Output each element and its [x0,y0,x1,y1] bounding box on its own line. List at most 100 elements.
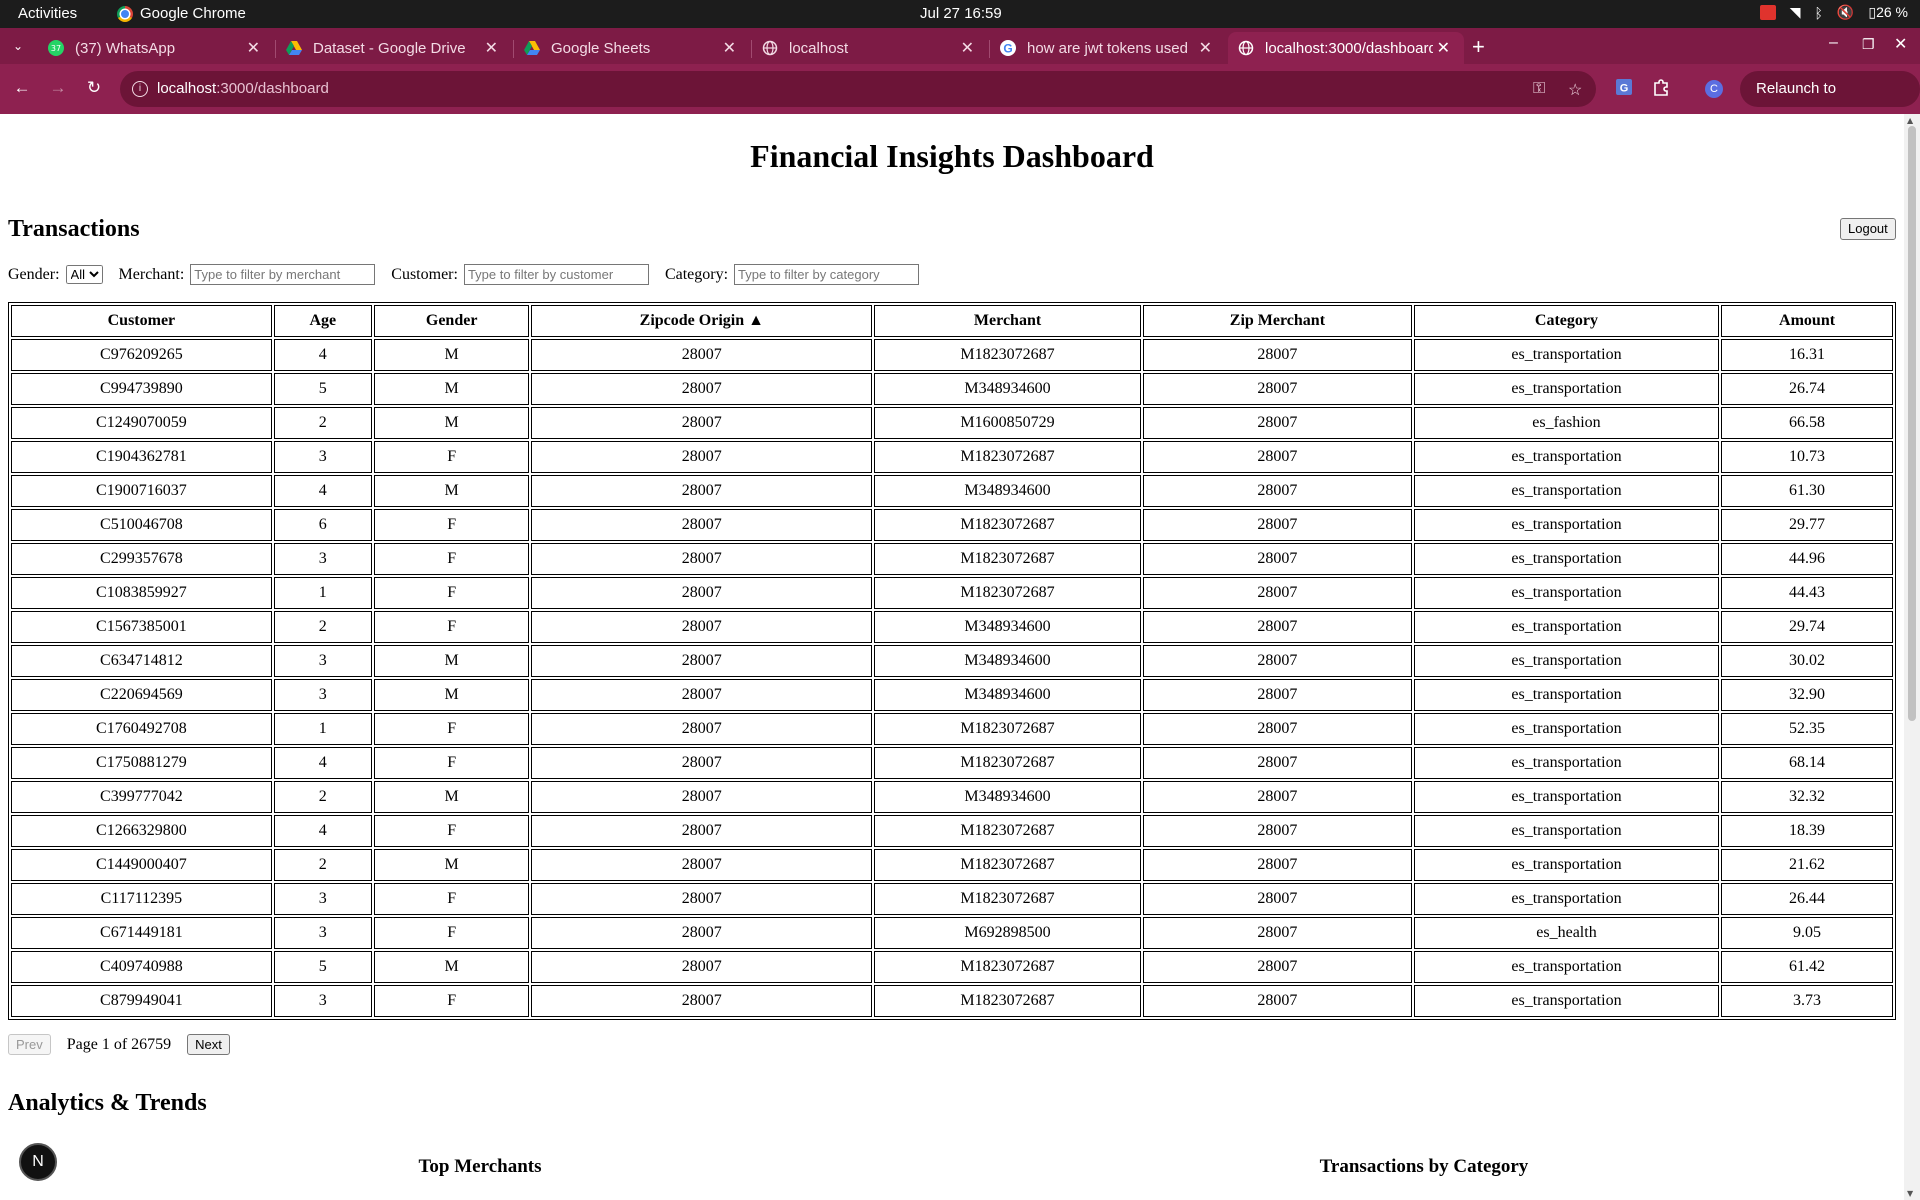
close-icon[interactable]: ✕ [723,38,736,58]
table-row: C1900716037 4 M 28007 M348934600 28007 es_tran… [11,475,1893,507]
new-tab-plus-icon[interactable]: + [1472,34,1485,60]
cell-age: 4 [273,747,372,779]
cell-zipcode-origin: 28007 [531,373,873,405]
col-header-category[interactable]: Category [1413,305,1720,337]
translate-icon[interactable]: G [1615,78,1633,101]
extensions-puzzle-icon[interactable] [1652,78,1670,101]
battery-level: 26 % [1876,4,1908,20]
tab-whatsapp[interactable]: 37 (37) WhatsApp ✕ [38,32,274,64]
scroll-down-arrow-icon[interactable]: ▼ [1907,1189,1913,1198]
page-info: Page 1 of 26759 [66,1035,172,1053]
cell-age: 3 [273,985,372,1017]
site-info-icon[interactable]: i [132,81,148,97]
cell-merchant: M1823072687 [874,577,1141,609]
cell-merchant: M1823072687 [874,713,1141,745]
cell-merchant: M1823072687 [874,951,1141,983]
back-arrow-icon[interactable]: ← [11,78,33,98]
tab-google-search[interactable]: G how are jwt tokens used ✕ [990,32,1226,64]
gender-filter-select[interactable]: All [65,265,103,284]
key-icon[interactable]: ⚿ [1533,80,1545,98]
cell-merchant: M1823072687 [874,441,1141,473]
cell-gender: F [373,441,530,473]
window-close-icon[interactable]: ✕ [1894,34,1907,54]
cell-category: es_transportation [1413,781,1720,813]
cell-amount: 61.30 [1721,475,1893,507]
cell-merchant: M348934600 [874,611,1141,643]
close-icon[interactable]: ✕ [1437,38,1450,58]
profile-avatar[interactable]: C [1705,80,1723,98]
cell-category: es_transportation [1413,815,1720,847]
reload-icon[interactable]: ↻ [83,78,105,98]
cell-customer: C634714812 [11,645,272,677]
col-header-gender[interactable]: Gender [373,305,530,337]
cell-age: 3 [273,917,372,949]
prev-page-button[interactable]: Prev [8,1034,51,1055]
cell-zipcode-origin: 28007 [531,951,873,983]
activities-button[interactable]: Activities [18,5,77,22]
clock[interactable]: Jul 27 16:59 [920,5,1002,22]
col-header-zipcode-origin[interactable]: Zipcode Origin ▲ [531,305,873,337]
close-icon[interactable]: ✕ [961,38,974,58]
cell-customer: C1449000407 [11,849,272,881]
customer-filter-input[interactable] [463,264,649,285]
cell-amount: 44.43 [1721,577,1893,609]
minimize-icon[interactable]: – [1829,34,1838,52]
globe-icon [762,40,778,56]
table-row: C1750881279 4 F 28007 M1823072687 28007 es_tra… [11,747,1893,779]
cell-category: es_transportation [1413,679,1720,711]
relaunch-to-update-button[interactable]: Relaunch to update ⋮ [1740,71,1920,133]
svg-text:37: 37 [51,44,61,53]
svg-text:G: G [1620,83,1629,95]
system-tray[interactable]: ◥ ᛒ 🔇 ▯26 % [1759,4,1908,21]
tab-localhost[interactable]: localhost ✕ [752,32,988,64]
analytics-heading: Analytics & Trends [8,1090,207,1116]
tab-dashboard-active[interactable]: localhost:3000/dashboard ✕ [1228,32,1464,64]
star-icon[interactable]: ☆ [1568,80,1582,100]
cell-amount: 21.62 [1721,849,1893,881]
cell-gender: M [373,951,530,983]
cell-merchant: M1823072687 [874,509,1141,541]
next-page-button[interactable]: Next [187,1034,230,1055]
cell-category: es_transportation [1413,543,1720,575]
col-header-customer[interactable]: Customer [11,305,272,337]
customer-filter-label: Customer: [391,265,458,283]
cell-gender: M [373,781,530,813]
cell-gender: F [373,883,530,915]
col-header-zip-merchant[interactable]: Zip Merchant [1142,305,1412,337]
url-text[interactable]: localhost:3000/dashboard [157,80,329,97]
cell-zip-merchant: 28007 [1142,713,1412,745]
tab-google-drive[interactable]: Dataset - Google Drive ✕ [276,32,512,64]
restore-icon[interactable]: ❐ [1862,36,1875,53]
whatsapp-icon: 37 [48,40,64,56]
tab-search-chevron-down-icon[interactable]: ⌄ [8,36,28,56]
category-filter-input[interactable] [734,264,920,285]
tab-google-sheets[interactable]: Google Sheets ✕ [514,32,750,64]
page-scrollbar[interactable]: ▲ ▼ [1904,114,1920,1200]
cell-age: 6 [273,509,372,541]
col-header-amount[interactable]: Amount [1721,305,1893,337]
close-icon[interactable]: ✕ [247,38,260,58]
cell-gender: M [373,475,530,507]
nextjs-dev-indicator-button[interactable]: N [19,1143,57,1181]
tab-title: Google Sheets [551,39,651,57]
cell-gender: F [373,917,530,949]
table-row: C1249070059 2 M 28007 M1600850729 28007 es_fas… [11,407,1893,439]
cell-amount: 18.39 [1721,815,1893,847]
cell-zipcode-origin: 28007 [531,407,873,439]
cell-zip-merchant: 28007 [1142,951,1412,983]
close-icon[interactable]: ✕ [1199,38,1212,58]
merchant-filter-input[interactable] [190,264,376,285]
app-menu[interactable]: Google Chrome [117,5,246,22]
forward-arrow-icon[interactable]: → [47,78,69,98]
scrollbar-thumb[interactable] [1908,126,1916,721]
cell-amount: 3.73 [1721,985,1893,1017]
close-icon[interactable]: ✕ [485,38,498,58]
col-header-merchant[interactable]: Merchant [874,305,1141,337]
svg-text:G: G [1003,42,1012,56]
table-row: C117112395 3 F 28007 M1823072687 28007 es_tran… [11,883,1893,915]
address-bar[interactable]: i localhost:3000/dashboard ⚿ ☆ [120,71,1596,107]
logout-button[interactable]: Logout [1840,218,1896,240]
cell-gender: F [373,815,530,847]
col-header-age[interactable]: Age [273,305,372,337]
scroll-up-arrow-icon[interactable]: ▲ [1907,116,1913,125]
